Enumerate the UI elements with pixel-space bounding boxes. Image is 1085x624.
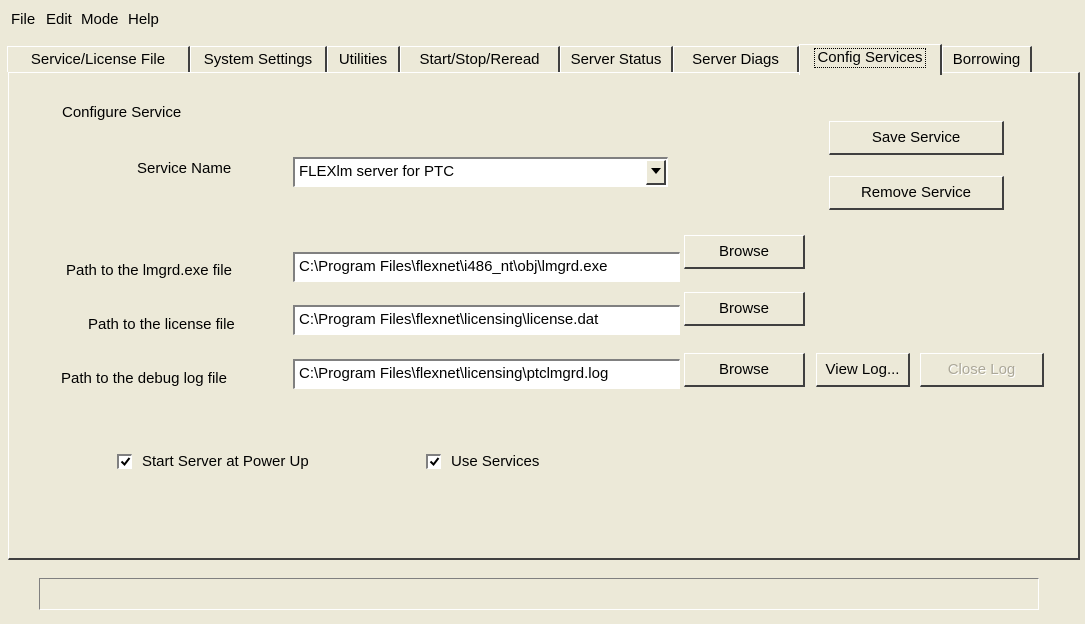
- menu-file[interactable]: File: [11, 11, 35, 28]
- license-path-label: Path to the license file: [88, 316, 235, 333]
- status-bar: [39, 578, 1039, 610]
- use-services-checkbox[interactable]: [426, 454, 441, 469]
- tab-server-diags[interactable]: Server Diags: [673, 46, 799, 72]
- tab-config-services-label: Config Services: [814, 48, 926, 68]
- license-path-input[interactable]: C:\Program Files\flexnet\licensing\licen…: [293, 305, 680, 335]
- tab-strip: Service/License File System Settings Uti…: [0, 44, 1085, 75]
- debug-log-path-input[interactable]: C:\Program Files\flexnet\licensing\ptclm…: [293, 359, 680, 389]
- use-services-label[interactable]: Use Services: [451, 453, 539, 470]
- checkmark-icon: [120, 457, 130, 467]
- service-name-select[interactable]: FLEXlm server for PTC: [293, 157, 668, 187]
- browse-license-button[interactable]: Browse: [684, 292, 805, 326]
- remove-service-button[interactable]: Remove Service: [829, 176, 1004, 210]
- tab-utilities[interactable]: Utilities: [327, 46, 400, 72]
- chevron-down-icon[interactable]: [646, 160, 666, 185]
- checkmark-icon: [429, 457, 439, 467]
- view-log-button[interactable]: View Log...: [816, 353, 910, 387]
- lmgrd-path-label: Path to the lmgrd.exe file: [66, 262, 232, 279]
- tab-system-settings[interactable]: System Settings: [190, 46, 327, 72]
- save-service-button[interactable]: Save Service: [829, 121, 1004, 155]
- tab-borrowing[interactable]: Borrowing: [942, 46, 1032, 72]
- browse-lmgrd-button[interactable]: Browse: [684, 235, 805, 269]
- tab-start-stop-reread[interactable]: Start/Stop/Reread: [400, 46, 560, 72]
- start-server-checkbox[interactable]: [117, 454, 132, 469]
- browse-debug-log-button[interactable]: Browse: [684, 353, 805, 387]
- service-name-value: FLEXlm server for PTC: [299, 163, 455, 180]
- menu-help[interactable]: Help: [128, 11, 159, 28]
- section-title: Configure Service: [62, 104, 182, 121]
- tab-config-services[interactable]: Config Services: [799, 44, 942, 75]
- service-name-label: Service Name: [137, 160, 232, 177]
- menu-edit[interactable]: Edit: [46, 11, 72, 28]
- close-log-button[interactable]: Close Log: [920, 353, 1044, 387]
- tab-server-status[interactable]: Server Status: [560, 46, 673, 72]
- menu-bar: File Edit Mode Help: [0, 0, 1085, 38]
- tab-service-license-file[interactable]: Service/License File: [7, 46, 190, 72]
- lmgrd-path-input[interactable]: C:\Program Files\flexnet\i486_nt\obj\lmg…: [293, 252, 680, 282]
- menu-mode[interactable]: Mode: [81, 11, 119, 28]
- start-server-label[interactable]: Start Server at Power Up: [142, 453, 309, 470]
- debug-log-path-label: Path to the debug log file: [61, 370, 227, 387]
